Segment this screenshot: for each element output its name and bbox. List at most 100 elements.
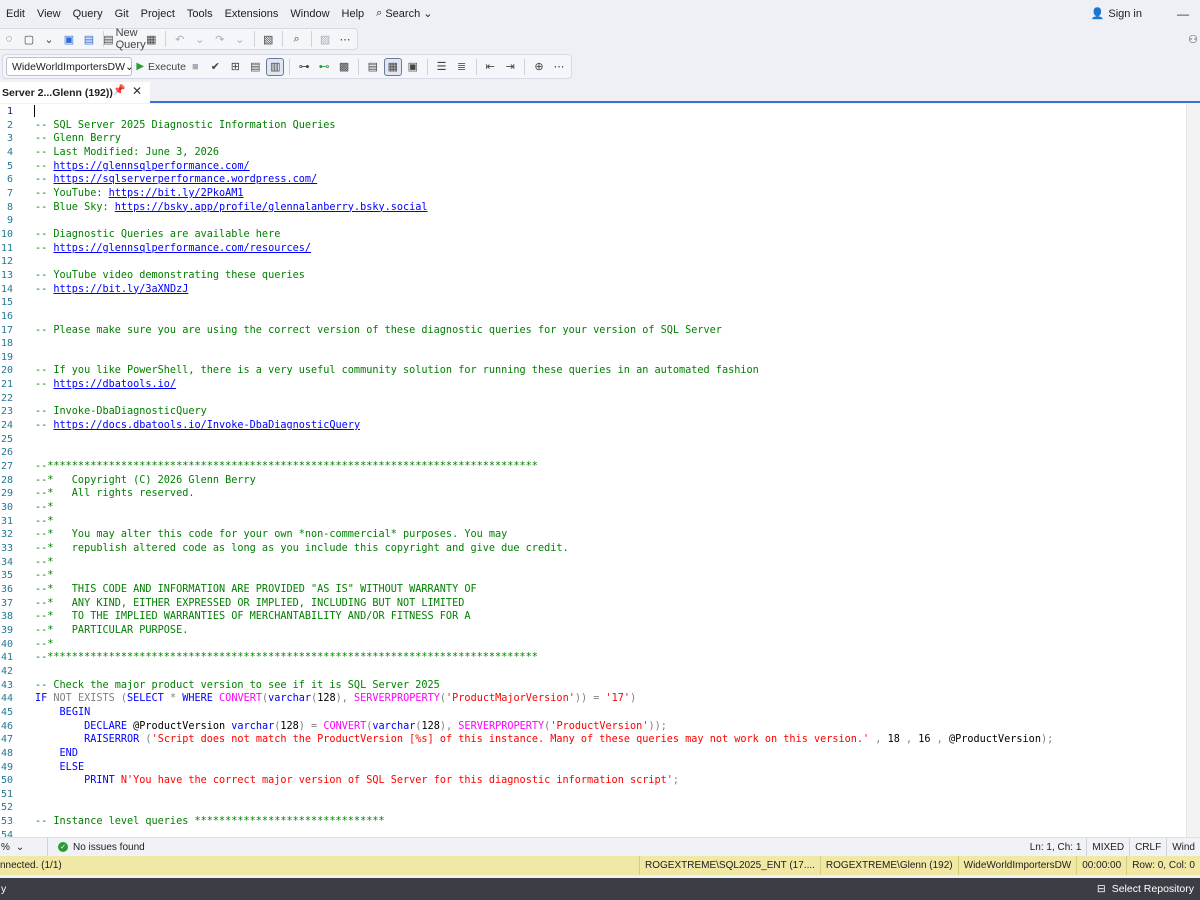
chevron-down-icon[interactable]: ⌄ <box>231 30 249 48</box>
code-area[interactable]: 1 2 -- SQL Server 2025 Diagnostic Informat… <box>0 105 1186 837</box>
code-link[interactable]: https://glennsqlperformance.com/ <box>53 161 249 172</box>
vertical-scrollbar[interactable] <box>1186 104 1200 837</box>
code-line[interactable]: 36 --* THIS CODE AND INFORMATION ARE PROV… <box>0 583 1186 597</box>
code-line[interactable]: 20 -- If you like PowerShell, there is a … <box>0 364 1186 378</box>
whitespace-mode[interactable]: MIXED <box>1086 838 1129 857</box>
line-column-indicator[interactable]: Ln: 1, Ch: 1 <box>1025 838 1087 857</box>
menu-query[interactable]: Query <box>67 8 109 20</box>
window-layout-icon[interactable]: ▨ <box>316 30 334 48</box>
results-grid-icon[interactable]: ▦ <box>383 57 402 76</box>
save-all-icon[interactable]: ▤ <box>80 30 98 48</box>
code-line[interactable]: 13 -- YouTube video demonstrating these q… <box>0 269 1186 283</box>
code-line[interactable]: 6 -- https://sqlserverperformance.wordpre… <box>0 173 1186 187</box>
execute-button[interactable]: ▶ Execute <box>136 58 186 76</box>
query-editor[interactable]: 1 2 -- SQL Server 2025 Diagnostic Informat… <box>0 104 1200 837</box>
code-line[interactable]: 12 <box>0 255 1186 269</box>
code-line[interactable]: 43 -- Check the major product version to … <box>0 679 1186 693</box>
results-to-text-icon[interactable]: ▤ <box>364 58 382 76</box>
select-repository-button[interactable]: ⊟ Select Repository <box>1097 878 1194 900</box>
code-line[interactable]: 34 --* <box>0 556 1186 570</box>
include-actual-plan-icon[interactable]: ⊶ <box>295 58 313 76</box>
code-line[interactable]: 21 -- https://dbatools.io/ <box>0 378 1186 392</box>
code-line[interactable]: 52 <box>0 801 1186 815</box>
code-line[interactable]: 27 --************************************… <box>0 460 1186 474</box>
code-line[interactable]: 41 --************************************… <box>0 651 1186 665</box>
menu-git[interactable]: Git <box>109 8 135 20</box>
search-menu[interactable]: ⌕ Search ⌄ <box>370 7 438 20</box>
menu-extensions[interactable]: Extensions <box>219 8 285 20</box>
menu-view[interactable]: View <box>31 8 67 20</box>
code-line[interactable]: 14 -- https://bit.ly/3aXNDzJ <box>0 283 1186 297</box>
code-line[interactable]: 48 END <box>0 747 1186 761</box>
code-line[interactable]: 42 <box>0 665 1186 679</box>
code-line[interactable]: 9 <box>0 214 1186 228</box>
code-line[interactable]: 37 --* ANY KIND, EITHER EXPRESSED OR IMPL… <box>0 597 1186 611</box>
new-project-icon[interactable]: ▢ <box>20 30 38 48</box>
code-line[interactable]: 1 <box>0 105 1186 119</box>
code-line[interactable]: 22 <box>0 392 1186 406</box>
code-link[interactable]: https://bit.ly/3aXNDzJ <box>53 284 188 295</box>
code-line[interactable]: 54 <box>0 829 1186 837</box>
undo-icon[interactable]: ↶ <box>171 30 189 48</box>
query-designer-icon[interactable]: ▤ <box>246 58 264 76</box>
code-line[interactable]: 7 -- YouTube: https://bit.ly/2PkoAM1 <box>0 187 1186 201</box>
code-line[interactable]: 50 PRINT N'You have the correct major ve… <box>0 774 1186 788</box>
code-line[interactable]: 15 <box>0 296 1186 310</box>
results-to-file-icon[interactable]: ▣ <box>404 58 422 76</box>
chevron-down-icon[interactable]: ⌄ <box>191 30 209 48</box>
zoom-select[interactable]: % ⌄ <box>0 837 48 857</box>
code-line[interactable]: 24 -- https://docs.dbatools.io/Invoke-Dba… <box>0 419 1186 433</box>
chevron-down-icon[interactable]: ⌄ <box>40 30 58 48</box>
code-line[interactable]: 18 <box>0 337 1186 351</box>
code-line[interactable]: 30 --* <box>0 501 1186 515</box>
menu-window[interactable]: Window <box>284 8 335 20</box>
save-icon[interactable]: ▣ <box>60 30 78 48</box>
find-in-files-icon[interactable]: ⌕ <box>288 30 306 48</box>
code-line[interactable]: 44 IF NOT EXISTS (SELECT * WHERE CONVERT(… <box>0 692 1186 706</box>
code-line[interactable]: 39 --* PARTICULAR PURPOSE. <box>0 624 1186 638</box>
issues-indicator[interactable]: ✓ No issues found <box>48 842 145 853</box>
code-line[interactable]: 35 --* <box>0 569 1186 583</box>
code-line[interactable]: 29 --* All rights reserved. <box>0 487 1186 501</box>
code-line[interactable]: 3 -- Glenn Berry <box>0 132 1186 146</box>
uncomment-lines-icon[interactable]: ≣ <box>453 58 471 76</box>
code-line[interactable]: 31 --* <box>0 515 1186 529</box>
code-line[interactable]: 47 RAISERROR ('Script does not match the… <box>0 733 1186 747</box>
menu-edit[interactable]: Edit <box>0 8 31 20</box>
code-link[interactable]: https://glennsqlperformance.com/resource… <box>53 243 311 254</box>
minimize-button[interactable]: — <box>1166 7 1200 21</box>
live-share-icon[interactable]: ⚇ <box>1184 30 1200 48</box>
display-estimated-plan-icon[interactable]: ⊞ <box>226 58 244 76</box>
client-statistics-icon[interactable]: ▩ <box>335 58 353 76</box>
code-link[interactable]: https://bsky.app/profile/glennalanberry.… <box>115 202 428 213</box>
parse-check-icon[interactable]: ✔ <box>206 58 224 76</box>
code-link[interactable]: https://sqlserverperformance.wordpress.c… <box>53 174 317 185</box>
code-line[interactable]: 23 -- Invoke-DbaDiagnosticQuery <box>0 405 1186 419</box>
close-icon[interactable]: ✕ <box>132 84 142 98</box>
code-line[interactable]: 8 -- Blue Sky: https://bsky.app/profile/g… <box>0 201 1186 215</box>
redo-icon[interactable]: ↷ <box>211 30 229 48</box>
navigate-back-icon[interactable]: ◌ <box>0 30 18 48</box>
live-query-stats-icon[interactable]: ⊷ <box>315 58 333 76</box>
line-ending-mode[interactable]: CRLF <box>1129 838 1166 857</box>
more-options-icon[interactable]: ⋯ <box>336 30 354 48</box>
code-line[interactable]: 16 <box>0 310 1186 324</box>
sign-in-button[interactable]: 👤 Sign in <box>1083 7 1150 21</box>
code-line[interactable]: 4 -- Last Modified: June 3, 2026 <box>0 146 1186 160</box>
code-line[interactable]: 19 <box>0 351 1186 365</box>
code-line[interactable]: 33 --* republish altered code as long as … <box>0 542 1186 556</box>
more-options-icon[interactable]: ⋯ <box>550 58 568 76</box>
code-line[interactable]: 45 BEGIN <box>0 706 1186 720</box>
code-link[interactable]: https://docs.dbatools.io/Invoke-DbaDiagn… <box>53 420 360 431</box>
increase-indent-icon[interactable]: ⇥ <box>501 58 519 76</box>
code-line[interactable]: 38 --* TO THE IMPLIED WARRANTIES OF MERCH… <box>0 610 1186 624</box>
code-line[interactable]: 46 DECLARE @ProductVersion varchar(128) … <box>0 720 1186 734</box>
results-to-grid-icon[interactable]: ▥ <box>266 57 285 76</box>
decrease-indent-icon[interactable]: ⇤ <box>481 58 499 76</box>
code-line[interactable]: 17 -- Please make sure you are using the … <box>0 324 1186 338</box>
code-line[interactable]: 5 -- https://glennsqlperformance.com/ <box>0 160 1186 174</box>
menu-project[interactable]: Project <box>135 8 181 20</box>
code-link[interactable]: https://dbatools.io/ <box>53 379 176 390</box>
database-select[interactable]: WideWorldImportersDW ⌄ <box>6 57 134 76</box>
pin-icon[interactable]: 📌 <box>113 85 125 96</box>
